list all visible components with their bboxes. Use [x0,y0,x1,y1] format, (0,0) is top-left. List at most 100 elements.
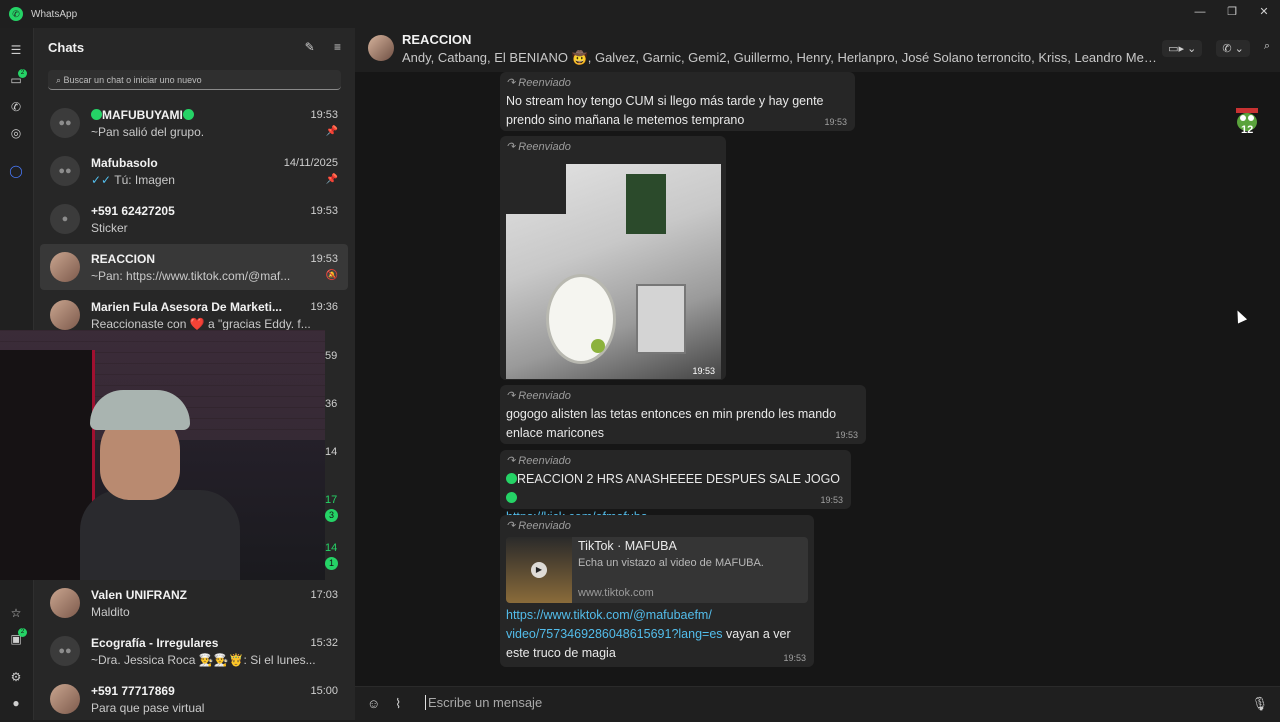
mouse-cursor-icon [1232,308,1248,324]
message-text: video/7573469286048615691?lang=es vayan … [506,627,791,641]
forward-icon: ↷ [506,455,519,467]
tiktok-link[interactable]: https://www.tiktok.com/@mafubaefm/ [506,606,791,625]
shared-photo[interactable]: 19:53 [506,164,721,379]
chat-time: 17:03 [310,589,338,601]
chat-name: +591 77717869 [91,684,175,698]
chat-item[interactable]: ● +591 62427205 19:53 Sticker [40,196,348,242]
window-title: WhatsApp [31,8,78,20]
search-icon[interactable]: ⌕ [1264,40,1270,57]
group-title[interactable]: REACCION [402,32,471,47]
voice-call-button[interactable]: ✆ ⌄ [1216,40,1250,57]
microphone-icon[interactable]: 🎙 [1251,696,1268,712]
close-button[interactable]: ✕ [1248,0,1280,28]
search-placeholder: Buscar un chat o iniciar uno nuevo [63,75,202,85]
unread-badge: 3 [325,509,338,522]
chat-item[interactable]: ●● Mafubasolo 14/11/2025 ✓✓ Tú: Imagen 📌 [40,148,348,194]
preview-description: Echa un vistazo al video de MAFUBA. [578,557,764,569]
preview-title: TikTok · MAFUBA [578,539,677,553]
green-circle-icon [506,473,517,484]
chat-preview: ~Dra. Jessica Roca 👨‍🍳👨‍🍳🤴: Si el lunes.… [91,653,316,667]
conversation-header[interactable]: REACCION Andy, Catbang, El BENIANO 🤠, Ga… [355,28,1280,72]
streamer-cap [90,390,190,430]
chat-time: 14 [325,446,338,458]
message-time: 19:53 [835,430,858,440]
group-avatar[interactable] [368,35,394,61]
sticker-frog-icon: 12 [1235,108,1259,136]
compose-bar: ☺ ⌇ Escribe un mensaje 🎙 [355,686,1280,720]
message-bubble[interactable]: ↷ Reenviado No stream hoy tengo CUM si l… [500,72,855,131]
group-members: Andy, Catbang, El BENIANO 🤠, Galvez, Gar… [402,50,1162,65]
chat-name: Ecografía - Irregulares [91,636,219,650]
video-call-button[interactable]: ▭▸ ⌄ [1162,40,1203,57]
title-bar: ✆ WhatsApp — ❐ ✕ [0,0,1280,28]
chat-preview: Reaccionaste con ❤️ a "gracias Eddy. f..… [91,317,311,331]
forwarded-label: ↷ Reenviado [506,520,571,532]
group-avatar-icon: ●● [50,108,80,138]
avatar [50,300,80,330]
new-chat-icon[interactable]: ✎ [305,40,315,54]
streamer [80,390,240,580]
photo-bottle [636,284,686,354]
chat-time: 36 [325,398,338,410]
webcam-overlay [0,330,325,580]
chat-name: +591 62427205 [91,204,175,218]
calls-icon[interactable]: ✆ [8,99,24,115]
chat-time: 14/11/2025 [283,157,338,169]
avatar [50,252,80,282]
message-time: 19:53 [824,117,847,127]
chat-preview: ~Pan salió del grupo. [91,125,205,139]
filter-icon[interactable]: ≡ [334,40,341,54]
video-thumbnail: ▶ [506,537,572,603]
chat-name: REACCION [91,252,156,266]
chat-name: Marien Fula Asesora De Marketi... [91,300,282,314]
streamer-body [80,490,240,580]
message-bubble-link[interactable]: ↷ Reenviado ▶ TikTok · MAFUBA Echa un vi… [500,515,814,667]
status-icon[interactable]: ◎ [8,125,24,141]
chat-name: Valen UNIFRANZ [91,588,188,602]
message-input[interactable]: Escribe un mensaje [425,695,542,710]
message-text: este truco de magia [506,646,616,660]
maximize-button[interactable]: ❐ [1216,0,1248,28]
message-bubble[interactable]: ↷ Reenviado gogogo alisten las tetas ent… [500,385,866,444]
group-avatar-icon: ●● [50,156,80,186]
search-icon: ⌕ [56,75,64,85]
forwarded-label: ↷ Reenviado [506,141,571,153]
photo-bottle [626,174,666,234]
message-time: 19:53 [820,495,843,505]
whatsapp-logo-icon: ✆ [9,7,23,21]
chat-item[interactable]: ●● Ecografía - Irregulares 15:32 ~Dra. J… [40,628,348,674]
chat-time: 19:36 [310,301,338,313]
pin-icon: 📌 [325,126,338,137]
forward-icon: ↷ [506,141,519,153]
chats-badge: 2 [18,69,27,78]
chat-time: 59 [325,350,338,362]
chat-item-active[interactable]: REACCION 19:53 ~Pan: https://www.tiktok.… [40,244,348,290]
chat-time: 15:00 [310,685,338,697]
settings-icon[interactable]: ⚙ [8,669,24,685]
message-body: https://www.tiktok.com/@mafubaefm/ video… [506,606,791,663]
message-time: 19:53 [692,366,715,376]
meta-ai-icon[interactable]: ◯ [8,163,24,179]
tiktok-link[interactable]: video/7573469286048615691?lang=es [506,627,723,641]
link-preview-card[interactable]: ▶ TikTok · MAFUBA Echa un vistazo al vid… [506,537,808,603]
starred-icon[interactable]: ☆ [8,605,24,621]
message-time: 19:53 [783,653,806,663]
message-bubble[interactable]: ↷ Reenviado REACCION 2 HRS ANASHEEEE DES… [500,450,851,524]
chat-item[interactable]: ●● MAFUBUYAMI 19:53 ~Pan salió del grupo… [40,100,348,146]
search-input[interactable]: ⌕ Buscar un chat o iniciar uno nuevo [48,70,341,90]
message-bubble-image[interactable]: ↷ Reenviado 19:53 [500,136,726,380]
message-text: gogogo alisten las tetas entonces en min… [506,407,837,440]
attach-icon[interactable]: ⌇ [395,696,401,712]
chat-item[interactable]: +591 77717869 15:00 Para que pase virtua… [40,676,348,722]
menu-icon[interactable]: ☰ [8,42,24,58]
unread-badge: 1 [325,557,338,570]
emoji-icon[interactable]: ☺ [367,696,380,711]
minimize-button[interactable]: — [1184,0,1216,28]
profile-icon[interactable]: ● [8,695,24,711]
chat-time: 17 [325,494,338,506]
forwarded-label: ↷ Reenviado [506,77,571,89]
chat-item[interactable]: Valen UNIFRANZ 17:03 Maldito [40,580,348,626]
green-circle-icon [182,109,194,120]
chat-preview: Maldito [91,605,130,619]
chat-name: MAFUBUYAMI [91,108,296,122]
